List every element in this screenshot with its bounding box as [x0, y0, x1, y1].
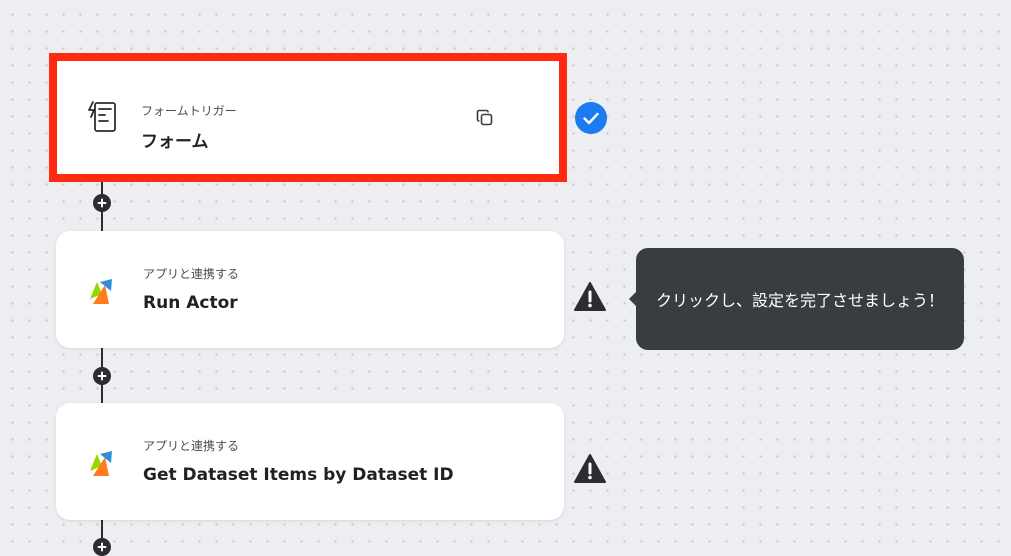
- apify-logo-icon: [83, 272, 121, 310]
- add-step-button[interactable]: [93, 538, 111, 556]
- form-trigger-card[interactable]: フォームトリガー フォーム: [49, 53, 567, 182]
- add-step-button[interactable]: [93, 367, 111, 385]
- warning-icon: [573, 280, 607, 314]
- completed-check-icon: [574, 101, 608, 135]
- get-dataset-items-card[interactable]: アプリと連携する Get Dataset Items by Dataset ID: [56, 403, 564, 520]
- step-subtitle: アプリと連携する: [143, 439, 240, 453]
- step-subtitle: アプリと連携する: [143, 267, 240, 281]
- run-actor-card[interactable]: アプリと連携する Run Actor: [56, 231, 564, 348]
- tooltip-text: クリックし、設定を完了させましょう！: [655, 291, 944, 310]
- tooltip-arrow: [629, 292, 636, 306]
- apify-logo-icon: [83, 444, 121, 482]
- copy-icon[interactable]: [473, 106, 497, 130]
- plus-icon: [97, 198, 107, 208]
- step-title: Get Dataset Items by Dataset ID: [143, 465, 454, 485]
- add-step-button[interactable]: [93, 194, 111, 212]
- form-trigger-icon: [84, 98, 122, 136]
- step-title: Run Actor: [143, 293, 238, 313]
- setup-hint-tooltip: クリックし、設定を完了させましょう！: [629, 248, 964, 350]
- warning-icon: [573, 452, 607, 486]
- step-title: フォーム: [141, 132, 209, 152]
- step-subtitle: フォームトリガー: [141, 104, 237, 118]
- plus-icon: [97, 371, 107, 381]
